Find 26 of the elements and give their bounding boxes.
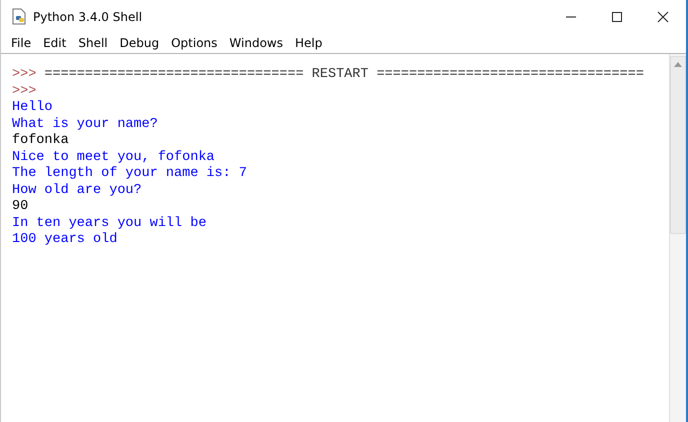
typed-text: fofonka — [12, 133, 69, 150]
restart-line: ================================ RESTART ================================= — [44, 67, 644, 84]
menu-item[interactable]: Debug — [114, 36, 166, 50]
menu-item[interactable]: Shell — [72, 36, 114, 50]
program-output: What is your name? — [12, 116, 158, 133]
program-output: Nice to meet you, fofonka — [12, 150, 215, 166]
typed-text: 90 — [12, 199, 28, 216]
scroll-up-icon[interactable] — [674, 62, 682, 67]
maximize-icon — [611, 10, 623, 22]
menu-item[interactable]: Edit — [37, 36, 72, 50]
menu-item[interactable]: Help — [288, 36, 328, 50]
program-output: How old are you? — [12, 182, 142, 199]
shell-prompt: >>> — [12, 84, 36, 100]
menu-item[interactable]: Windows — [223, 36, 289, 50]
program-output: 100 years old — [12, 232, 118, 248]
program-output: The length of your name is: 7 — [12, 166, 247, 182]
window-title: Python 3.4.0 Shell — [33, 10, 142, 24]
program-output: In ten years you will be — [12, 216, 206, 232]
close-icon — [657, 10, 669, 22]
program-output: Hello — [12, 100, 53, 116]
python-file-icon — [11, 8, 27, 25]
scroll-thumb[interactable] — [670, 56, 686, 234]
menu-item[interactable]: Options — [165, 36, 224, 50]
shell-prompt: >>> — [12, 67, 36, 84]
menu-item[interactable]: File — [5, 36, 38, 50]
scrollbar[interactable] — [669, 54, 686, 422]
